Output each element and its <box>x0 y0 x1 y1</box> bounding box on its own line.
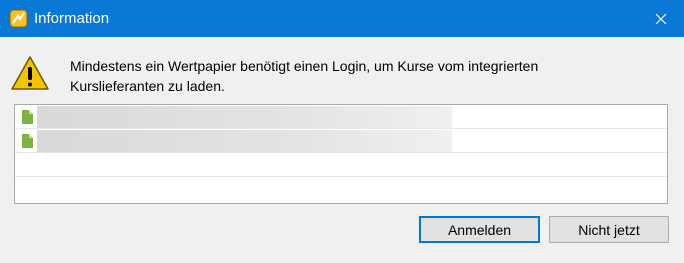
list-item[interactable] <box>15 105 667 129</box>
close-icon <box>655 13 667 24</box>
close-button[interactable] <box>638 0 684 37</box>
green-document-icon <box>22 110 33 124</box>
list-item-label <box>37 106 452 128</box>
not-now-button[interactable]: Nicht jetzt <box>549 216 669 243</box>
login-button[interactable]: Anmelden <box>419 216 540 243</box>
list-item-label <box>37 130 452 152</box>
list-item <box>15 153 667 177</box>
list-item[interactable] <box>15 129 667 153</box>
securities-list[interactable] <box>14 104 668 204</box>
app-icon <box>10 10 27 27</box>
warning-icon <box>11 56 49 90</box>
dialog-title: Information <box>34 10 110 27</box>
dialog-message: Mindestens ein Wertpapier benötigt einen… <box>70 58 539 94</box>
list-item <box>15 177 667 201</box>
title-bar: Information <box>0 0 684 37</box>
green-document-icon <box>22 134 33 148</box>
